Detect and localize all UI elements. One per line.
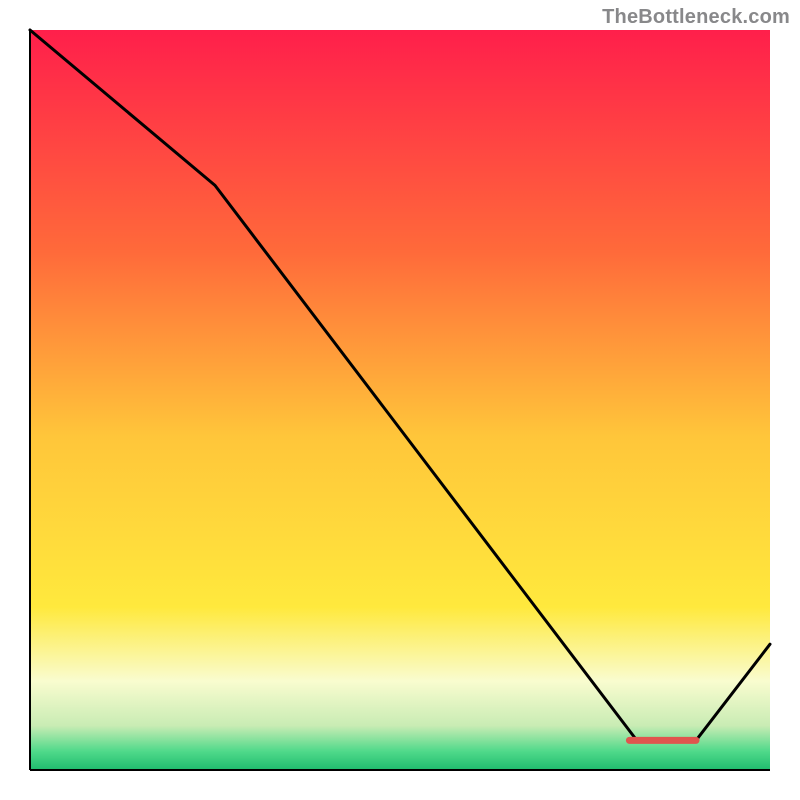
chart-svg [0, 0, 800, 800]
chart-container: TheBottleneck.com [0, 0, 800, 800]
plot-background [30, 30, 770, 770]
attribution-label: TheBottleneck.com [602, 6, 790, 29]
